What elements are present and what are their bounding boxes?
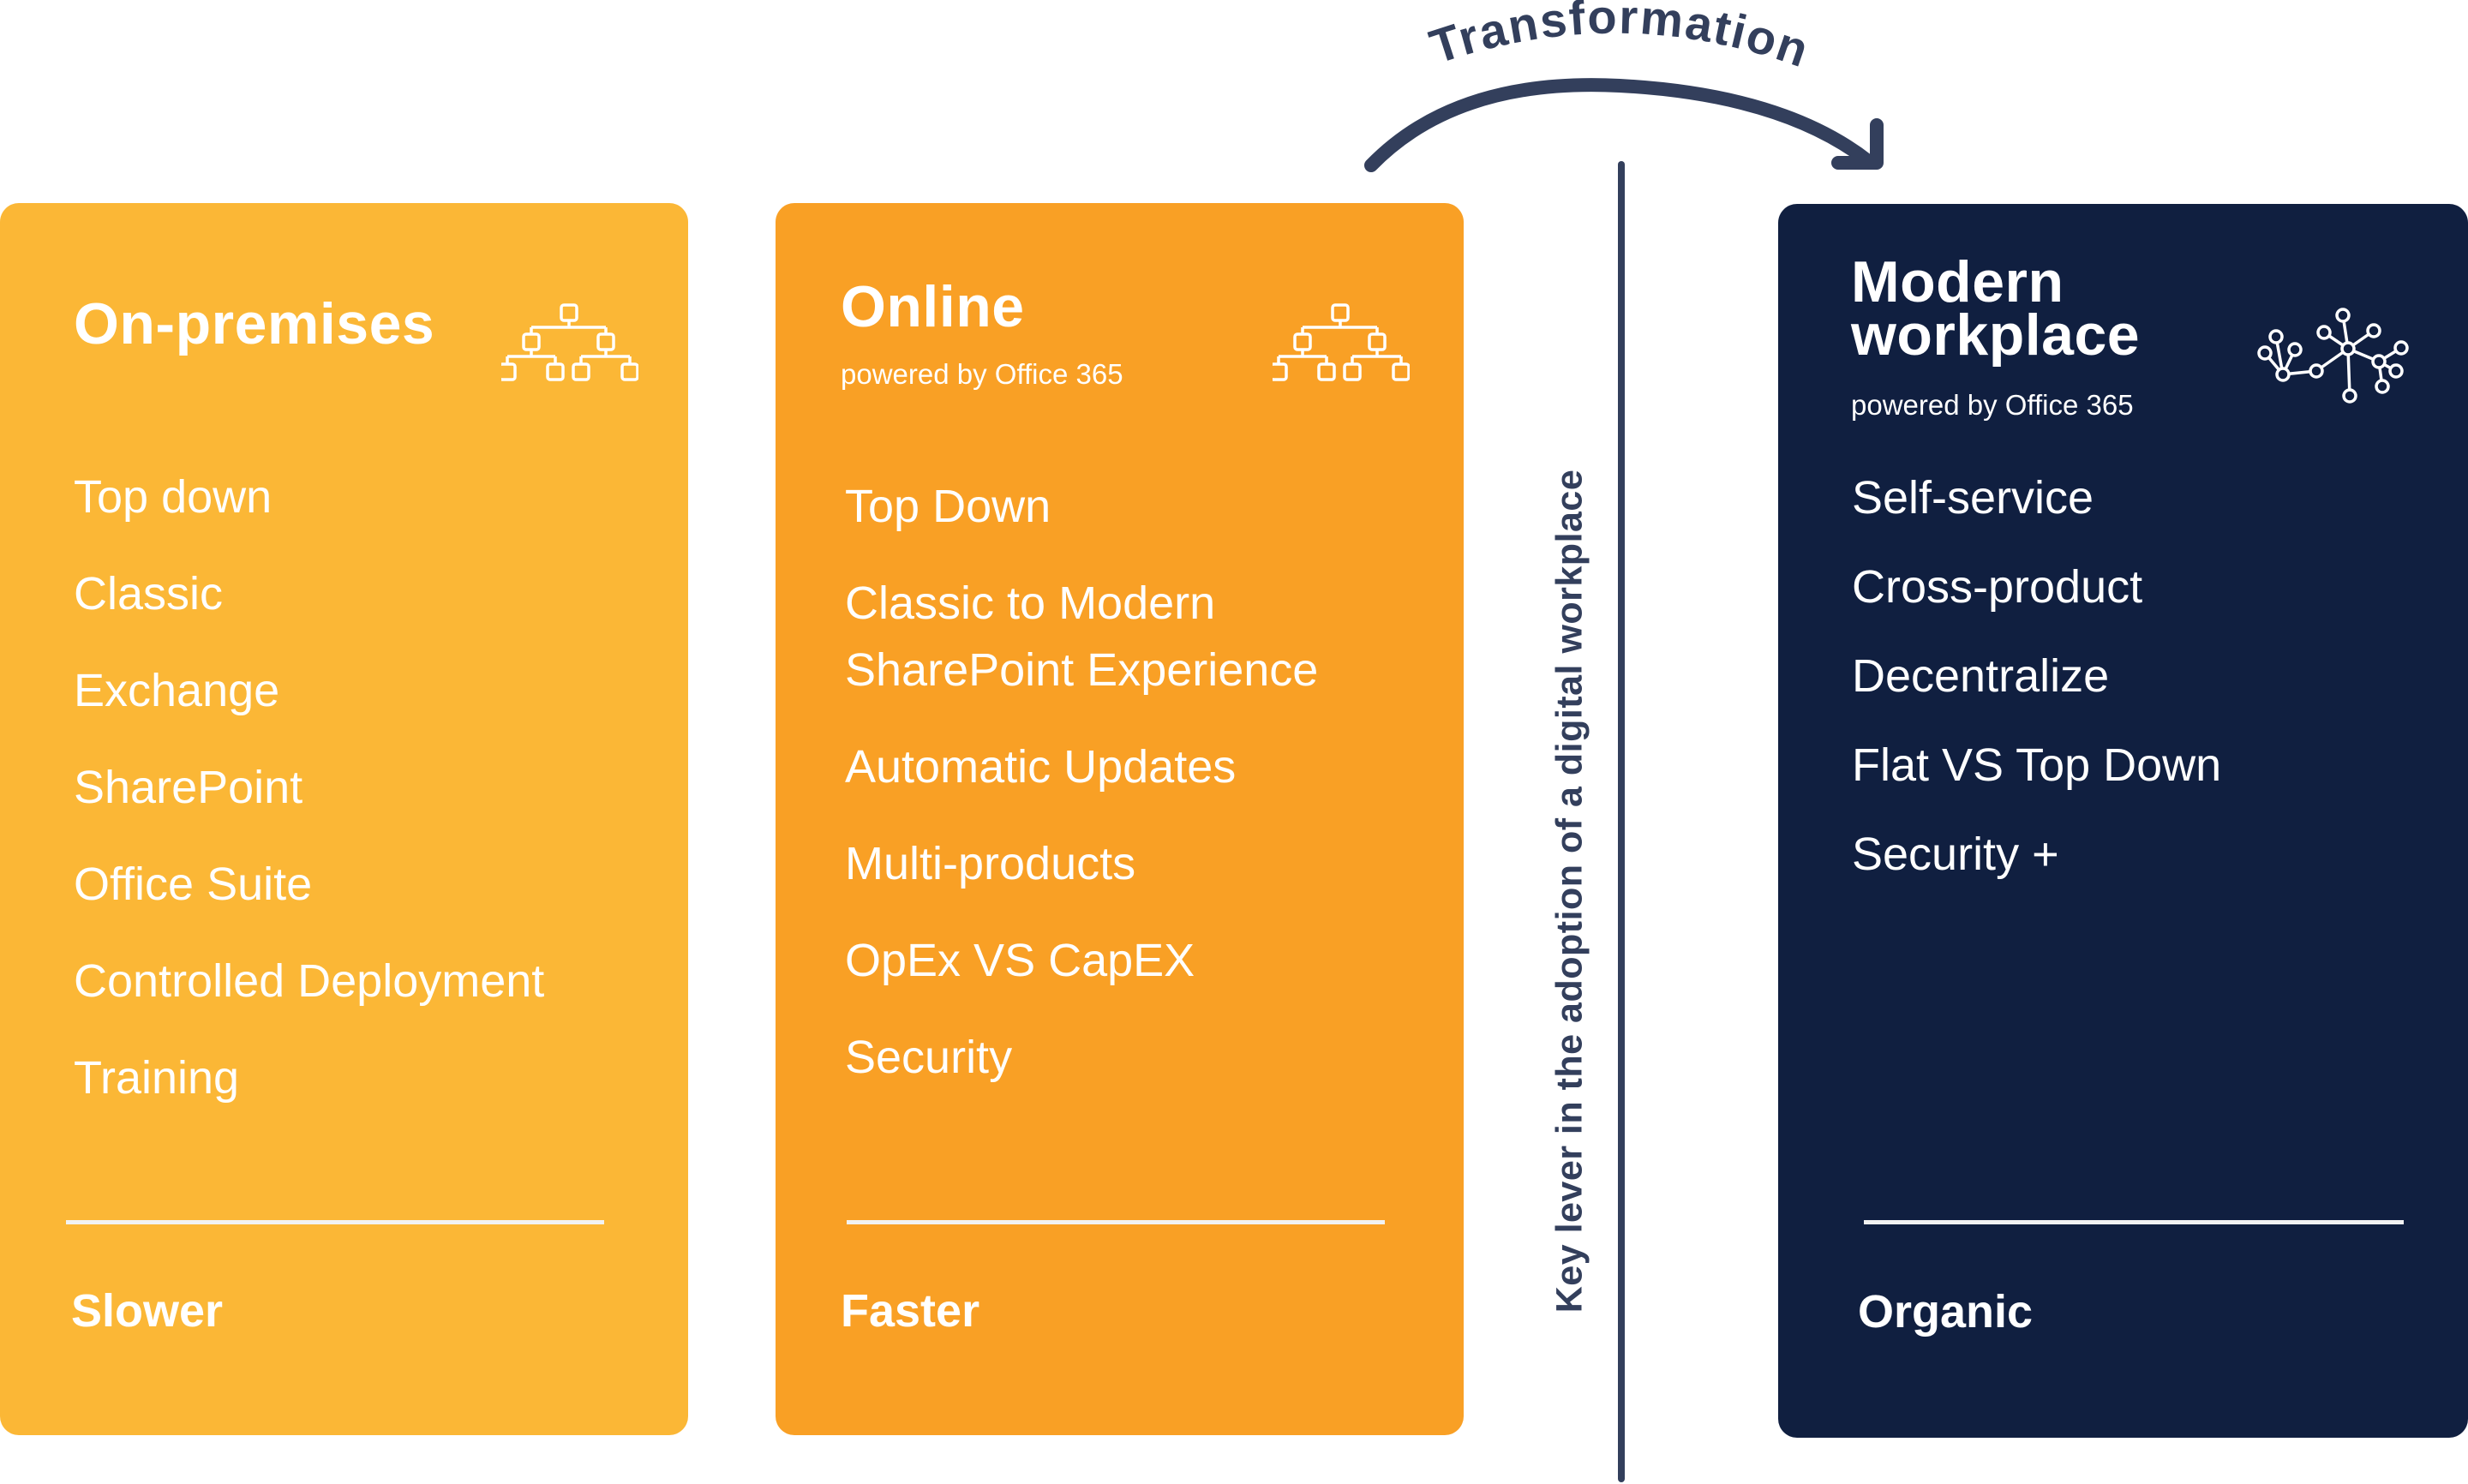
list-item: Office Suite xyxy=(74,859,313,910)
list-item: Security xyxy=(845,1032,1013,1083)
list-item: Classic to Modern SharePoint Experience xyxy=(845,577,1319,696)
divider xyxy=(1864,1220,2404,1224)
list-item: Exchange xyxy=(74,665,280,716)
list-item: Cross-product xyxy=(1852,561,2143,613)
list-item: OpEx VS CapEX xyxy=(845,935,1195,986)
transformation-arrow: Transformation xyxy=(1364,0,1884,172)
list-item: Security + xyxy=(1852,829,2059,880)
transformation-label: Transformation xyxy=(1423,0,1817,78)
card-title: Online xyxy=(841,274,1025,339)
list-item: Automatic Updates xyxy=(845,741,1237,793)
modern-workplace-card: Modern workplace powered by Office 365 S… xyxy=(1778,204,2468,1438)
card-title-line-2: workplace xyxy=(1851,302,2141,368)
list-item: Flat VS Top Down xyxy=(1852,739,2222,791)
card-subtitle: powered by Office 365 xyxy=(841,358,1123,390)
speed-label: Slower xyxy=(71,1285,224,1337)
on-premises-card: On-premises Top down Classic Exchange Sh… xyxy=(0,203,688,1435)
speed-label: Faster xyxy=(841,1285,980,1337)
list-item: SharePoint xyxy=(74,762,303,813)
list-item: Controlled Deployment xyxy=(74,955,545,1007)
card-title: Modern workplace xyxy=(1851,253,2140,364)
list-item: Self-service xyxy=(1852,472,2094,524)
hierarchy-icon xyxy=(1273,303,1410,381)
key-lever-caption: Key lever in the adoption of a digital w… xyxy=(1548,469,1590,1313)
list-item: Training xyxy=(74,1052,240,1104)
online-card: Online powered by Office 365 Top Down Cl… xyxy=(776,203,1464,1435)
card-subtitle: powered by Office 365 xyxy=(1851,389,2134,421)
feature-list: Top Down Classic to Modern SharePoint Ex… xyxy=(845,473,1393,1121)
transformation-arc xyxy=(1364,78,1875,172)
network-icon xyxy=(2257,308,2409,404)
hierarchy-icon xyxy=(501,303,638,381)
divider xyxy=(847,1220,1385,1224)
list-item: Multi-products xyxy=(845,838,1136,889)
list-item: Decentralize xyxy=(1852,650,2110,702)
feature-list: Top down Classic Exchange SharePoint Off… xyxy=(74,473,544,1151)
divider xyxy=(66,1220,604,1224)
feature-list: Self-service Cross-product Decentralize … xyxy=(1852,474,2221,919)
list-item: Classic xyxy=(74,568,224,619)
separator-line xyxy=(1618,161,1625,1482)
card-title: On-premises xyxy=(74,291,435,356)
list-item: Top down xyxy=(74,471,273,523)
speed-label: Organic xyxy=(1858,1286,2034,1337)
list-item: Top Down xyxy=(845,481,1051,532)
